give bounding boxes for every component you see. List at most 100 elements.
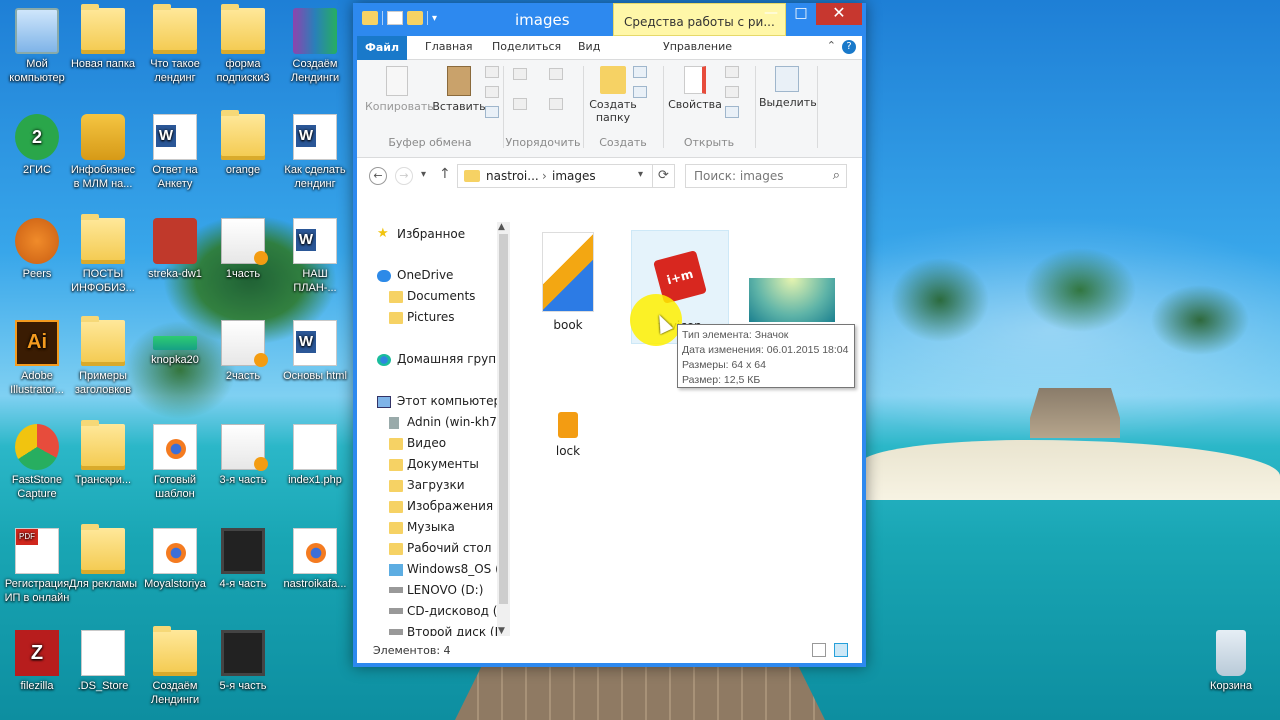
help-icon[interactable]: ? — [842, 40, 856, 54]
breadcrumb-nastroi[interactable]: nastroi... — [486, 169, 539, 183]
nav-this-pc[interactable]: Этот компьютер — [397, 394, 501, 408]
tab-file[interactable]: Файл — [357, 36, 407, 60]
properties-button[interactable]: Свойства — [665, 66, 725, 111]
nav-item-adnin[interactable]: Adnin (win-kh75i — [407, 415, 508, 429]
edit-icon[interactable] — [725, 86, 739, 98]
nav-item-downloads[interactable]: Загрузки — [407, 478, 465, 492]
desktop-icon-infobiz[interactable]: Инфобизнес в МЛМ на... — [68, 114, 138, 191]
forward-button[interactable]: → — [395, 167, 413, 185]
nav-item-drive-c[interactable]: Windows8_OS (C — [407, 562, 508, 576]
nav-item-desktop[interactable]: Рабочий стол — [407, 541, 491, 555]
move-to-icon[interactable] — [513, 68, 527, 80]
copy-path-icon[interactable] — [485, 86, 499, 98]
maximize-button[interactable]: □ — [786, 3, 816, 25]
refresh-button[interactable]: ⟳ — [653, 164, 675, 188]
chevron-down-icon[interactable]: ▾ — [432, 13, 437, 24]
desktop-icon-how-landing[interactable]: Как сделать лендинг — [280, 114, 350, 191]
large-icons-view-button[interactable] — [834, 643, 848, 657]
desktop-icon-what-landing[interactable]: Что такое лендинг — [140, 4, 210, 85]
easy-access-icon[interactable] — [633, 86, 647, 98]
desktop-icon-registration-pdf[interactable]: Регистрация ИП в онлайн — [2, 528, 72, 605]
scroll-down-icon[interactable]: ▼ — [498, 626, 505, 636]
desktop-icon-peers[interactable]: Peers — [2, 218, 72, 281]
desktop-icon-part3[interactable]: 3-я часть — [208, 424, 278, 487]
desktop-icon-html-basics[interactable]: Основы html — [280, 320, 350, 383]
desktop-icon-part5[interactable]: 5-я часть — [208, 630, 278, 693]
scrollbar-thumb[interactable] — [499, 234, 508, 604]
desktop-icon-ds-store[interactable]: .DS_Store — [68, 630, 138, 693]
desktop-icon-part2[interactable]: 2часть — [208, 320, 278, 383]
select-button[interactable]: Выделить — [759, 66, 817, 109]
nav-item-drive-d[interactable]: LENOVO (D:) — [407, 583, 483, 597]
search-box[interactable]: Поиск: images ⌕ — [685, 164, 847, 188]
desktop-icon-template[interactable]: Готовый шаблон — [140, 424, 210, 501]
nav-pictures[interactable]: Pictures — [407, 310, 455, 324]
nav-onedrive[interactable]: OneDrive — [397, 268, 453, 282]
nav-item-pictures[interactable]: Изображения — [407, 499, 493, 513]
desktop-icon-nastroika[interactable]: nastroikafa... — [280, 528, 350, 591]
breadcrumb[interactable]: nastroi... › images ▾ — [457, 164, 653, 188]
breadcrumb-images[interactable]: images — [552, 169, 596, 183]
tab-view[interactable]: Вид — [578, 40, 600, 53]
nav-item-documents[interactable]: Документы — [407, 457, 479, 471]
chevron-down-icon[interactable]: ▾ — [638, 169, 643, 180]
delete-icon[interactable] — [549, 68, 563, 80]
desktop-icon-transcript[interactable]: Транскри... — [68, 420, 138, 487]
desktop-icon-our-plan[interactable]: НАШ ПЛАН-... — [280, 218, 350, 295]
recent-locations-icon[interactable]: ▾ — [421, 169, 426, 180]
new-item-icon[interactable] — [633, 66, 647, 78]
copy-button[interactable]: Копировать — [365, 66, 434, 113]
desktop-icon-recycle-bin[interactable]: Корзина — [1196, 630, 1266, 693]
desktop-icon-streka[interactable]: streka-dw1 — [140, 218, 210, 281]
desktop-icon-index-php[interactable]: index1.php — [280, 424, 350, 487]
open-icon[interactable] — [725, 66, 739, 78]
paste-shortcut-icon[interactable] — [485, 106, 499, 118]
title-bar[interactable]: ▾ images Средства работы с ри... — □ ✕ — [357, 3, 862, 36]
collapse-ribbon-icon[interactable]: ⌃ — [827, 39, 836, 52]
nav-item-music[interactable]: Музыка — [407, 520, 455, 534]
nav-scrollbar[interactable]: ▲ ▼ — [497, 222, 510, 636]
desktop-icon-2gis[interactable]: 2 2ГИС — [2, 114, 72, 177]
minimize-button[interactable]: — — [756, 3, 786, 25]
desktop-icon-new-folder[interactable]: Новая папка — [68, 4, 138, 71]
file-item-book[interactable]: book — [519, 232, 617, 336]
file-item-lock[interactable]: lock — [519, 412, 617, 462]
paste-button[interactable]: Вставить — [431, 66, 487, 113]
desktop-icon-my-computer[interactable]: Мой компьютер — [2, 8, 72, 85]
desktop-icon-answer[interactable]: Ответ на Анкету — [140, 114, 210, 191]
nav-documents[interactable]: Documents — [407, 289, 475, 303]
desktop-icon-create-landings[interactable]: Создаём Лендинги — [280, 8, 350, 85]
back-button[interactable]: ← — [369, 167, 387, 185]
desktop-icon-ads[interactable]: Для рекламы — [68, 524, 138, 591]
desktop-icon-examples[interactable]: Примеры заголовков — [68, 316, 138, 397]
desktop-icon-moyalstoriya[interactable]: Moyalstoriya — [140, 528, 210, 591]
desktop-icon-knopka[interactable]: knopka20 — [140, 320, 210, 367]
desktop-icon-orange[interactable]: orange — [208, 110, 278, 177]
desktop-icon-posts[interactable]: ПОСТЫ ИНФОБИЗ... — [68, 214, 138, 295]
nav-item-video[interactable]: Видео — [407, 436, 446, 450]
desktop-icon-part1[interactable]: 1часть — [208, 218, 278, 281]
nav-item-drive-f[interactable]: CD-дисковод (F:) — [407, 604, 510, 618]
nav-item-drive-h[interactable]: Второй диск (H:) — [407, 625, 510, 636]
copy-to-icon[interactable] — [513, 98, 527, 110]
desktop-icon-faststone[interactable]: FastStone Capture — [2, 424, 72, 501]
scroll-up-icon[interactable]: ▲ — [498, 222, 505, 232]
up-button[interactable]: ↑ — [439, 166, 451, 182]
close-button[interactable]: ✕ — [816, 3, 862, 25]
history-icon[interactable] — [725, 106, 739, 118]
desktop-icon-form[interactable]: форма подписки3 — [208, 4, 278, 85]
desktop-icon-part4[interactable]: 4-я часть — [208, 528, 278, 591]
desktop-icon-filezilla[interactable]: Zfilezilla — [2, 630, 72, 693]
desktop-icon-illustrator[interactable]: Ai Adobe Illustrator... — [2, 320, 72, 397]
desktop-icon-landings-folder[interactable]: Создаём Лендинги — [140, 626, 210, 707]
properties-icon[interactable] — [387, 11, 403, 25]
nav-homegroup[interactable]: Домашняя группа — [397, 352, 510, 366]
tab-home[interactable]: Главная — [425, 40, 473, 53]
tab-share[interactable]: Поделиться — [492, 40, 561, 53]
details-view-button[interactable] — [812, 643, 826, 657]
new-folder-icon[interactable] — [407, 11, 423, 25]
tab-manage[interactable]: Управление — [663, 40, 732, 53]
cut-icon[interactable] — [485, 66, 499, 78]
nav-favorites[interactable]: Избранное — [397, 227, 465, 241]
search-input[interactable]: Поиск: images — [694, 169, 784, 183]
